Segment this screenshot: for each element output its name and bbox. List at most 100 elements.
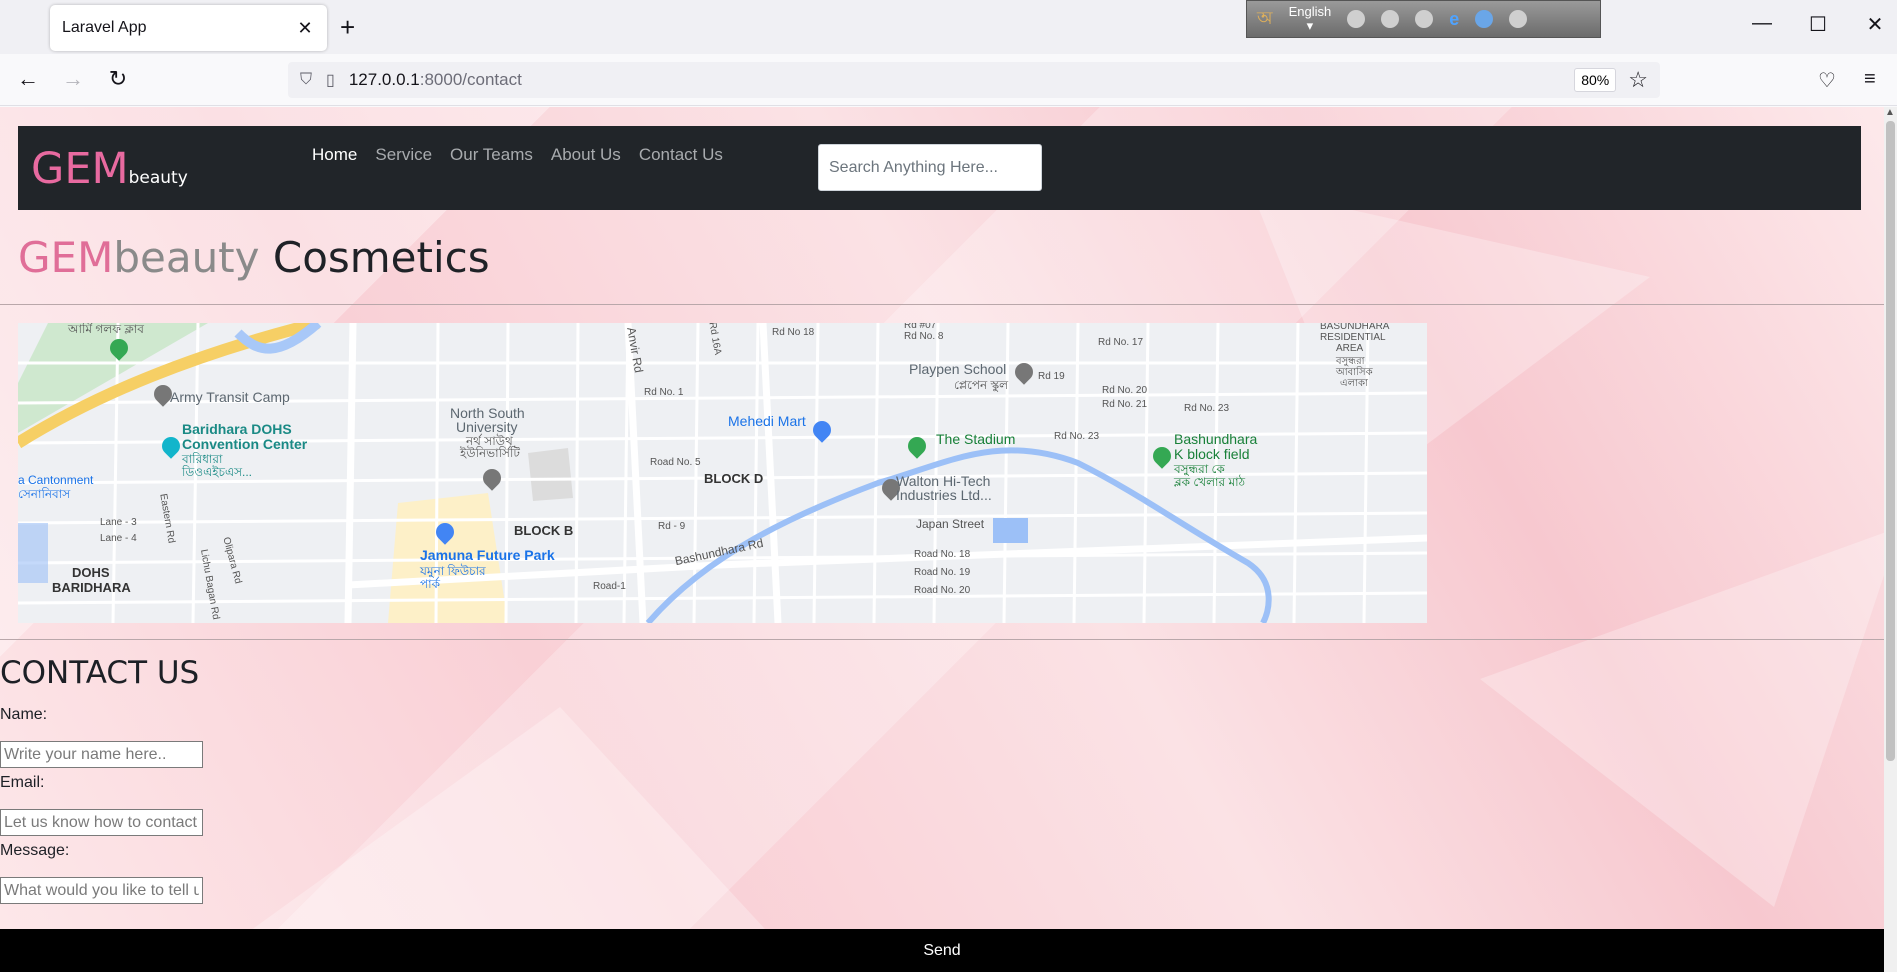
map-label: Rd No. 1 — [644, 387, 684, 398]
map-label: Convention Center — [182, 436, 308, 452]
map-label: AREA — [1336, 343, 1364, 354]
map-label: K block field — [1174, 446, 1250, 462]
map-label: Jamuna Future Park — [420, 547, 555, 563]
ime-info-icon[interactable] — [1509, 10, 1528, 28]
map-label: Rd No. 17 — [1098, 337, 1144, 348]
divider — [0, 639, 1884, 640]
map-label: a Cantonment — [18, 473, 94, 487]
nav-service[interactable]: Service — [375, 145, 432, 165]
map-label: Mehedi Mart — [728, 413, 806, 429]
ime-keyboard-icon[interactable] — [1347, 10, 1366, 28]
map-label: Japan Street — [916, 517, 985, 531]
map-label: আর্মি গলফ ক্লাব — [68, 323, 144, 336]
map-label: Bashundhara — [1174, 431, 1258, 447]
map-label: Playpen School — [909, 361, 1007, 377]
map-label: Rd No. 21 — [1102, 399, 1148, 410]
page-info-icon[interactable]: ▯ — [326, 70, 335, 90]
ime-logo-icon[interactable]: অ — [1257, 4, 1273, 35]
map-label: Lane - 4 — [100, 533, 137, 544]
maximize-icon[interactable]: ☐ — [1798, 12, 1838, 37]
site-navbar: GEMbeauty Home Service Our Teams About U… — [18, 126, 1861, 210]
ime-dress-icon[interactable] — [1381, 10, 1400, 28]
url-text[interactable]: 127.0.0.1:8000/contact — [349, 70, 1574, 90]
map-label: Road No. 18 — [914, 549, 971, 560]
address-bar[interactable]: ⛉ ▯ 127.0.0.1:8000/contact 80% ☆ — [288, 62, 1660, 98]
map-label: Road-1 — [593, 581, 626, 592]
map-label: এলাকা — [1340, 378, 1368, 389]
reload-icon[interactable]: ↻ — [103, 66, 133, 92]
map-label: RESIDENTIAL — [1320, 332, 1386, 343]
map-label: Baridhara DOHS — [182, 421, 292, 437]
map-label: Rd No. 8 — [904, 331, 944, 342]
message-label: Message: — [0, 842, 70, 859]
send-button[interactable]: Send — [0, 929, 1884, 972]
back-arrow-icon[interactable]: ← — [13, 66, 43, 92]
scrollbar[interactable]: ▲ — [1884, 107, 1897, 972]
hamburger-menu-icon[interactable]: ≡ — [1864, 68, 1876, 91]
ime-browser-icon[interactable]: e — [1449, 9, 1459, 30]
map-label: The Stadium — [936, 431, 1016, 447]
map-label: Lane - 3 — [100, 517, 137, 528]
background-facet — [1480, 527, 1884, 907]
scroll-up-arrow-icon[interactable]: ▲ — [1885, 107, 1895, 118]
map-label: Rd 19 — [1038, 371, 1065, 382]
map-label: Army Transit Camp — [170, 389, 290, 405]
email-label: Email: — [0, 774, 45, 791]
map-label: Rd No. 23 — [1184, 403, 1230, 414]
map-label: Road No. 19 — [914, 567, 971, 578]
map-label: Rd No. 20 — [1102, 385, 1148, 396]
shield-icon[interactable]: ⛉ — [300, 71, 312, 89]
ime-help-icon[interactable] — [1475, 10, 1494, 28]
map-label: ব্লক খেলার মাঠ — [1174, 475, 1246, 489]
site-logo[interactable]: GEMbeauty — [31, 144, 188, 194]
map-label: BARIDHARA — [52, 580, 131, 595]
divider — [0, 304, 1884, 305]
background-facet — [200, 707, 800, 967]
map-label: Rd No 18 — [772, 327, 815, 338]
site-menu: Home Service Our Teams About Us Contact … — [312, 145, 723, 165]
nav-contact-us[interactable]: Contact Us — [639, 145, 723, 165]
map-label: BASUNDHARA — [1320, 323, 1390, 332]
contact-heading: CONTACT US — [0, 655, 200, 691]
minimize-icon[interactable]: — — [1742, 12, 1782, 35]
page-title: GEMbeauty Cosmetics — [18, 233, 490, 282]
map-label: ডিওএইচএস... — [182, 465, 253, 479]
search-input[interactable] — [818, 144, 1042, 191]
ime-language-selector[interactable]: English ▾ — [1289, 5, 1332, 33]
tab-title: Laravel App — [62, 19, 147, 36]
map-label: Industries Ltd... — [896, 487, 992, 503]
pocket-icon[interactable]: ♡ — [1818, 68, 1836, 93]
map-label: ইউনিভার্সিটি — [460, 446, 520, 460]
ime-toolbar: অ English ▾ e — [1246, 0, 1601, 38]
map-label: BLOCK D — [704, 471, 764, 486]
name-label: Name: — [0, 706, 48, 723]
map-label: পার্ক — [420, 577, 441, 591]
scroll-thumb[interactable] — [1886, 121, 1895, 761]
close-window-icon[interactable]: ✕ — [1855, 12, 1895, 37]
browser-toolbar: ← → ↻ ⛉ ▯ 127.0.0.1:8000/contact 80% ☆ ♡… — [0, 54, 1897, 106]
map-label: Rd - 9 — [658, 521, 686, 532]
nav-about-us[interactable]: About Us — [551, 145, 621, 165]
tab-close-icon[interactable]: ✕ — [295, 18, 315, 39]
name-field[interactable] — [0, 741, 203, 768]
map-label: DOHS — [72, 565, 110, 580]
map-label: BLOCK B — [514, 523, 574, 538]
forward-arrow-icon[interactable]: → — [58, 66, 88, 92]
nav-home[interactable]: Home — [312, 145, 357, 165]
zoom-indicator[interactable]: 80% — [1574, 68, 1617, 92]
ime-gear-icon[interactable] — [1415, 10, 1434, 28]
google-map[interactable]: আর্মি গলফ ক্লাব Army Transit Camp Baridh… — [18, 323, 1427, 623]
browser-tab-bar: Laravel App ✕ + অ English ▾ e — ☐ ✕ — [0, 0, 1897, 54]
map-label: Road No. 5 — [650, 457, 701, 468]
bookmark-star-icon[interactable]: ☆ — [1628, 67, 1648, 93]
nav-our-teams[interactable]: Our Teams — [450, 145, 533, 165]
email-field[interactable] — [0, 809, 203, 836]
map-label: Rd No. 23 — [1054, 431, 1100, 442]
map-label: সেনানিবাস — [18, 487, 71, 501]
map-label: Road No. 20 — [914, 585, 971, 596]
browser-tab[interactable]: Laravel App ✕ — [50, 5, 327, 51]
message-field[interactable] — [0, 877, 203, 904]
map-label: প্লেপেন স্কুল — [954, 378, 1009, 392]
new-tab-button[interactable]: + — [340, 13, 355, 41]
map-label: Rd #07 — [904, 323, 937, 331]
